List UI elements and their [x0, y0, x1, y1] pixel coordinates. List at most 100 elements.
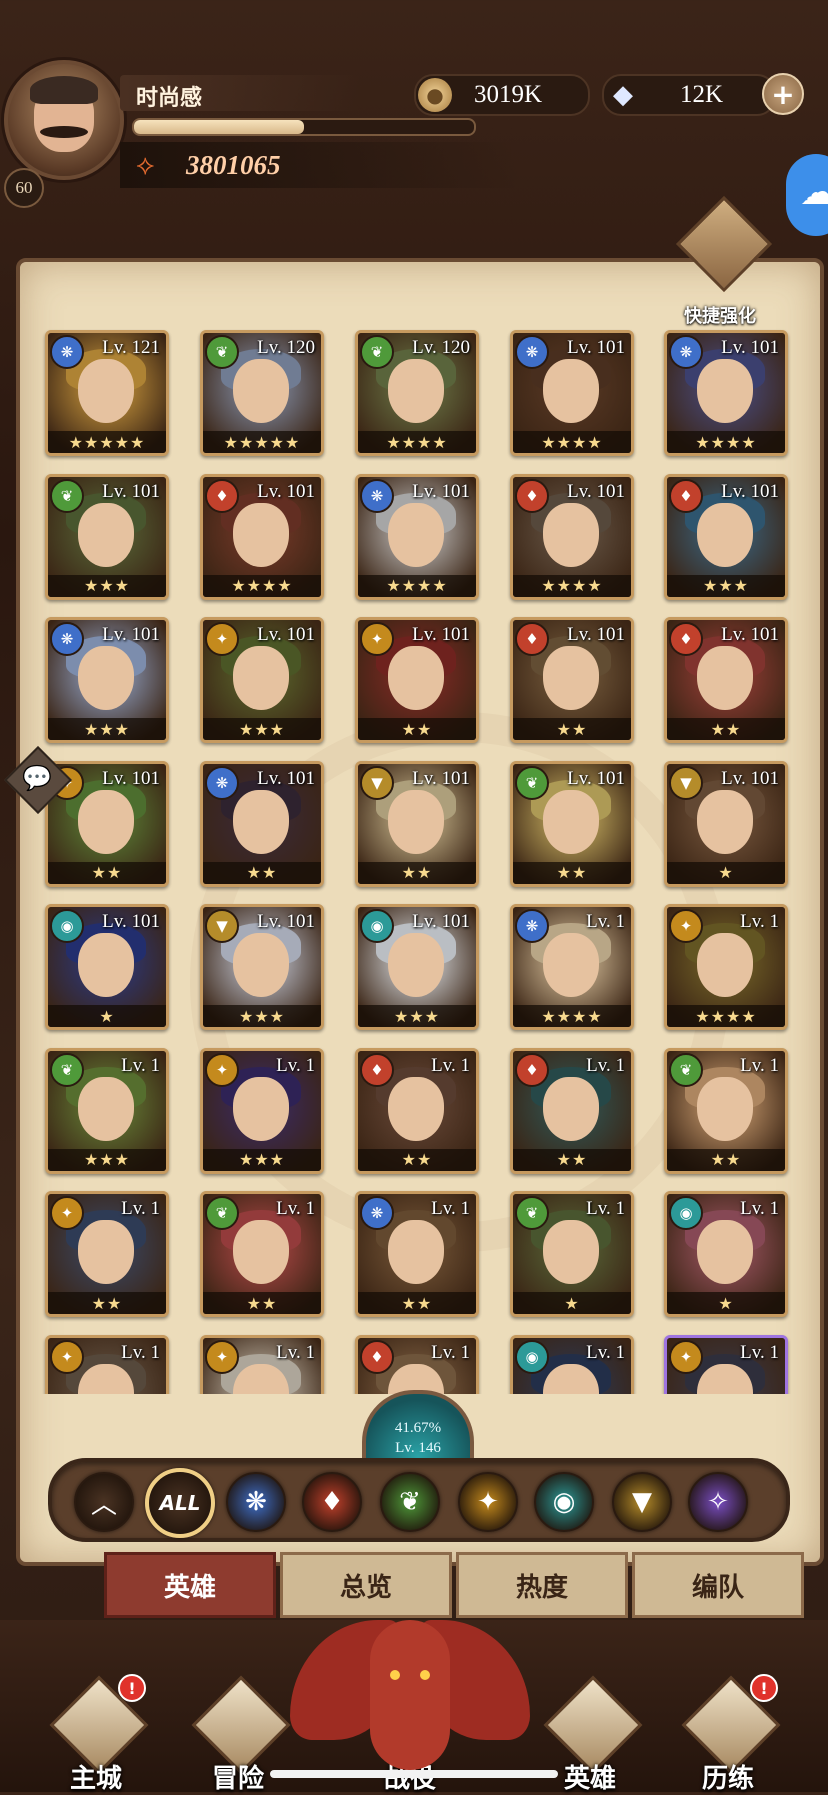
dragon-emblem[interactable] — [290, 1600, 530, 1792]
hero-card[interactable]: ✦ Lv. 1 — [664, 1334, 788, 1394]
hero-level: Lv. 101 — [567, 624, 625, 645]
hero-card[interactable]: ♦ Lv. 101 ★★★ — [664, 473, 788, 600]
hero-level: Lv. 1 — [586, 1198, 625, 1219]
wilder-faction-icon: ❦ — [669, 1052, 703, 1087]
filter-graveborn-button[interactable]: ✦ — [458, 1472, 518, 1532]
hero-card[interactable]: ❋ Lv. 121 ★★★★★ — [45, 330, 169, 456]
hero-card[interactable]: ❋ Lv. 1 ★★ — [355, 1191, 479, 1317]
gem-counter[interactable]: ◆ 12K — [602, 74, 776, 116]
hero-card[interactable]: ✦ Lv. 101 ★★★ — [200, 617, 324, 743]
graveborn-faction-icon: ✦ — [360, 622, 394, 656]
hero-level: Lv. 101 — [102, 767, 160, 789]
hero-level: Lv. 1 — [276, 1341, 315, 1363]
filter-lightbearer-button[interactable]: ❋ — [226, 1472, 286, 1532]
assistant-cloud-button[interactable]: ☁ — [786, 154, 828, 236]
power-row: ⟡ 3801065 — [120, 142, 520, 188]
filter-dimensional-button[interactable]: ✧ — [688, 1472, 748, 1532]
hero-card[interactable]: ❋ Lv. 101 ★★ — [200, 760, 324, 887]
filter-mauler-button[interactable]: ♦ — [302, 1472, 362, 1532]
hero-card[interactable]: ◉ Lv. 1 — [510, 1334, 634, 1394]
hero-level: Lv. 1 — [431, 1198, 470, 1219]
hero-card[interactable]: ♦ Lv. 1 ★★ — [355, 1047, 479, 1174]
hero-card[interactable]: ▼ Lv. 101 ★★★ — [200, 904, 324, 1030]
hero-level: Lv. 101 — [567, 337, 625, 358]
filter-collapse-button[interactable]: ︿ — [74, 1472, 134, 1532]
hypogean-faction-icon: ▼ — [205, 909, 239, 943]
hero-level: Lv. 1 — [276, 1198, 315, 1219]
quick-enhance-button[interactable]: 快捷强化 — [660, 195, 780, 327]
hero-card[interactable]: ♦ Lv. 101 ★★★★ — [510, 473, 634, 600]
hero-card[interactable]: ❋ Lv. 101 ★★★★ — [355, 473, 479, 600]
chat-button[interactable]: 💬 — [4, 746, 72, 814]
add-gems-button[interactable]: + — [762, 73, 804, 115]
lightbearer-faction-icon: ❋ — [50, 335, 84, 369]
hero-face — [78, 646, 134, 710]
hero-face — [78, 1220, 134, 1284]
hypogean-faction-icon: ▼ — [360, 765, 394, 800]
hero-card[interactable]: ✦ Lv. 1 — [200, 1334, 324, 1394]
diamond-icon: ◆ — [613, 80, 633, 110]
hero-card[interactable]: ❦ Lv. 1 ★★ — [200, 1191, 324, 1317]
filter-celestial-button[interactable]: ◉ — [534, 1472, 594, 1532]
hero-card[interactable]: ✦ Lv. 1 ★★★ — [200, 1047, 324, 1174]
hero-card[interactable]: ❦ Lv. 101 ★★★ — [45, 473, 169, 600]
hero-card[interactable]: ♦ Lv. 1 — [355, 1334, 479, 1394]
player-level-badge: 60 — [4, 168, 44, 208]
hero-face — [78, 359, 134, 423]
hero-card[interactable]: ❋ Lv. 101 ★★★ — [45, 617, 169, 743]
hero-face — [388, 1220, 444, 1284]
hero-card[interactable]: ❦ Lv. 120 ★★★★★ — [200, 330, 324, 456]
graveborn-faction-icon: ✦ — [205, 1339, 239, 1374]
hero-level: Lv. 1 — [121, 1198, 160, 1219]
hero-card[interactable]: ♦ Lv. 101 ★★ — [664, 617, 788, 743]
hero-stars: ★★★ — [48, 1148, 166, 1171]
tab-3[interactable]: 编队 — [632, 1552, 804, 1618]
player-avatar[interactable] — [4, 60, 124, 180]
filter-wilder-button[interactable]: ❦ — [380, 1472, 440, 1532]
hero-card[interactable]: ❋ Lv. 101 ★★★★ — [510, 330, 634, 456]
nav-item-0[interactable]: 主城! — [36, 1674, 156, 1794]
xp-bar — [132, 118, 476, 136]
hero-card[interactable]: ✦ Lv. 1 ★★★★ — [664, 904, 788, 1030]
filter-hypogean-button[interactable]: ▼ — [612, 1472, 672, 1532]
hero-level: Lv. 1 — [586, 1341, 625, 1363]
quick-enhance-label: 快捷强化 — [684, 306, 756, 327]
hero-card[interactable]: ▼ Lv. 101 ★ — [664, 760, 788, 887]
gold-counter[interactable]: ● 3019K — [414, 74, 590, 116]
hero-face — [233, 646, 289, 710]
power-icon: ⟡ — [136, 148, 155, 181]
hero-card[interactable]: ♦ Lv. 101 ★★ — [510, 617, 634, 743]
hero-face — [697, 789, 753, 854]
hero-card[interactable]: ❦ Lv. 1 ★★★ — [45, 1047, 169, 1174]
hero-stars: ★★ — [358, 1148, 476, 1171]
nav-item-4[interactable]: 历练! — [668, 1674, 788, 1794]
hero-card[interactable]: ✦ Lv. 101 ★★ — [355, 617, 479, 743]
hero-level: Lv. 101 — [257, 911, 315, 932]
hero-card[interactable]: ◉ Lv. 101 ★★★ — [355, 904, 479, 1030]
hero-stars: ★★ — [513, 1148, 631, 1171]
hero-level: Lv. 101 — [721, 767, 779, 789]
xp-bar-fill — [134, 120, 304, 134]
hero-level: Lv. 101 — [102, 480, 160, 502]
hero-card[interactable]: ▼ Lv. 101 ★★ — [355, 760, 479, 887]
mauler-faction-icon: ♦ — [515, 1052, 549, 1087]
hero-card[interactable]: ♦ Lv. 101 ★★★★ — [200, 473, 324, 600]
hero-face — [388, 1076, 444, 1141]
hero-face — [543, 646, 599, 710]
tab-0[interactable]: 英雄 — [104, 1552, 276, 1618]
filter-all-button[interactable]: ALL — [145, 1468, 215, 1538]
hero-card[interactable]: ❦ Lv. 1 ★★ — [664, 1047, 788, 1174]
hero-level: Lv. 1 — [740, 1198, 779, 1219]
hero-card[interactable]: ♦ Lv. 1 ★★ — [510, 1047, 634, 1174]
hero-card[interactable]: ❦ Lv. 120 ★★★★ — [355, 330, 479, 456]
alert-badge-icon: ! — [118, 1674, 146, 1702]
hero-card[interactable]: ❦ Lv. 101 ★★ — [510, 760, 634, 887]
hero-card[interactable]: ✦ Lv. 1 — [45, 1334, 169, 1394]
hero-card[interactable]: ❋ Lv. 1 ★★★★ — [510, 904, 634, 1030]
hero-card[interactable]: ✦ Lv. 1 ★★ — [45, 1191, 169, 1317]
hero-card[interactable]: ◉ Lv. 101 ★ — [45, 904, 169, 1030]
hero-card[interactable]: ❦ Lv. 1 ★ — [510, 1191, 634, 1317]
home-indicator[interactable] — [270, 1770, 558, 1778]
hero-card[interactable]: ❋ Lv. 101 ★★★★ — [664, 330, 788, 456]
hero-card[interactable]: ◉ Lv. 1 ★ — [664, 1191, 788, 1317]
